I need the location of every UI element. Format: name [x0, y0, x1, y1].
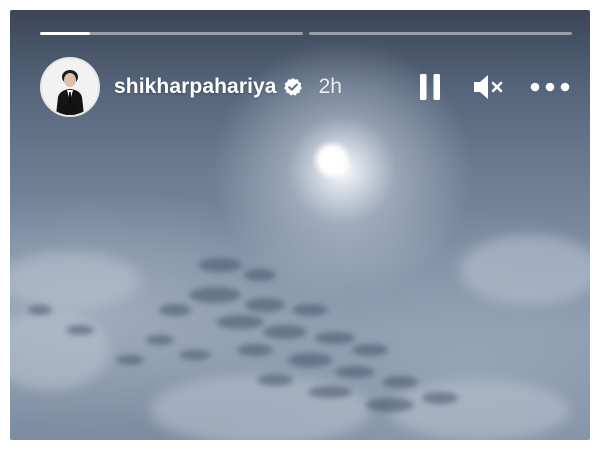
more-options-button[interactable]	[528, 72, 572, 102]
post-time: 2h	[318, 75, 342, 98]
username[interactable]: shikharpahariya	[114, 75, 277, 99]
progress-segment-1	[40, 32, 303, 35]
more-horizontal-icon	[530, 82, 570, 92]
progress-fill-1	[40, 32, 90, 35]
story-progress-bar	[40, 32, 572, 35]
pause-button[interactable]	[416, 72, 444, 102]
avatar[interactable]	[40, 57, 100, 117]
pause-icon	[420, 74, 440, 100]
profile-photo	[42, 59, 98, 115]
mute-button[interactable]	[470, 72, 506, 102]
story-viewer: shikharpahariya 2h	[10, 10, 590, 440]
progress-segment-2	[309, 32, 572, 35]
speaker-muted-icon	[474, 75, 503, 99]
story-header: shikharpahariya 2h	[40, 57, 572, 117]
verified-badge-icon	[283, 77, 303, 97]
